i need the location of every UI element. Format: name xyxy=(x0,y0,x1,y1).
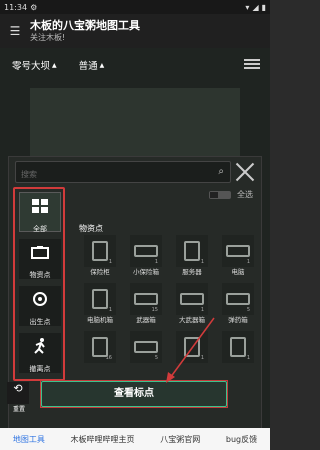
category-label: 全部 xyxy=(33,225,47,233)
item-small-safe[interactable]: 1 小保险箱 xyxy=(125,235,167,283)
app-bar: ☰ 木板的八宝粥地图工具 关注木板! xyxy=(0,14,270,48)
map-toolbar: 零号大坝 ▲ 普通 ▲ xyxy=(0,48,270,82)
item-weapon-box[interactable]: 15 武器箱 xyxy=(125,283,167,331)
status-bar: 11:34 ⚙ ▾ ◢ ▮ xyxy=(0,0,270,14)
box-icon xyxy=(31,246,49,259)
nav-bilibili[interactable]: 木板哔哩哔哩主页 xyxy=(71,434,135,445)
reset-icon[interactable]: ⟲ xyxy=(7,382,29,404)
category-extract[interactable]: 撤离点 xyxy=(19,333,61,373)
nav-official-site[interactable]: 八宝粥官网 xyxy=(160,434,200,445)
hamburger-menu-icon[interactable]: ☰ xyxy=(0,24,30,38)
category-spawn[interactable]: 出生点 xyxy=(19,286,61,326)
location-icon xyxy=(33,292,47,306)
item-bag[interactable]: 1 xyxy=(217,331,259,379)
app-title: 木板的八宝粥地图工具 xyxy=(30,19,140,32)
section-title: 物资点 xyxy=(79,224,103,233)
list-icon[interactable] xyxy=(244,57,260,71)
run-icon xyxy=(34,338,45,354)
wifi-icon: ▾ xyxy=(245,2,250,12)
app-subtitle: 关注木板! xyxy=(30,33,66,42)
select-all[interactable]: 全选 xyxy=(209,189,253,200)
item-clothes[interactable]: 1 xyxy=(171,331,213,379)
signal-icon: ◢ xyxy=(252,2,259,12)
app-titles: 木板的八宝粥地图工具 关注木板! xyxy=(30,19,140,43)
dropdown-arrow-icon: ▲ xyxy=(52,61,57,69)
category-all[interactable]: 全部 xyxy=(19,192,61,233)
select-all-label: 全选 xyxy=(237,190,253,199)
item-computer[interactable]: 1 电脑 xyxy=(217,235,259,283)
category-supplies[interactable]: 物资点 xyxy=(19,239,61,279)
item-large-weapon-box[interactable]: 1 大武器箱 xyxy=(171,283,213,331)
search-icon[interactable]: ⌕ xyxy=(218,166,224,177)
reset-label: 重置 xyxy=(12,406,25,413)
category-label: 出生点 xyxy=(29,318,51,326)
mode-selector[interactable]: 普通 ▲ xyxy=(79,58,105,72)
map-terrain xyxy=(30,88,240,158)
category-list: 全部 物资点 出生点 撤离点 xyxy=(13,187,65,381)
search-box[interactable]: ⌕ xyxy=(15,161,231,184)
nav-map-tool[interactable]: 地图工具 xyxy=(13,434,45,445)
status-time: 11:34 xyxy=(4,2,28,12)
bottom-nav: 地图工具 木板哔哩哔哩主页 八宝粥官网 bug反馈 xyxy=(0,428,270,450)
search-input[interactable] xyxy=(16,165,196,184)
item-server[interactable]: 1 服务器 xyxy=(171,235,213,283)
category-label: 物资点 xyxy=(29,271,51,279)
location-selector[interactable]: 零号大坝 ▲ xyxy=(12,58,57,72)
category-label: 撤离点 xyxy=(29,365,51,373)
nav-bug-report[interactable]: bug反馈 xyxy=(226,434,257,445)
item-cabinet[interactable]: 16 xyxy=(79,331,121,379)
item-safe[interactable]: 1 保险柜 xyxy=(79,235,121,283)
notification-icon: ⚙ xyxy=(30,2,38,12)
item-pc-case[interactable]: 1 电脑机箱 xyxy=(79,283,121,331)
grid-icon xyxy=(32,199,48,213)
item-code-box[interactable]: 5 xyxy=(125,331,167,379)
mode-label: 普通 xyxy=(78,61,98,72)
close-icon[interactable] xyxy=(233,160,257,184)
view-markers-button[interactable]: 查看标点 xyxy=(41,381,227,407)
battery-icon: ▮ xyxy=(261,2,266,12)
item-ammo-box[interactable]: 5 弹药箱 xyxy=(217,283,259,331)
dropdown-arrow-icon: ▲ xyxy=(99,61,105,69)
location-label: 零号大坝 xyxy=(12,61,51,72)
select-all-toggle[interactable] xyxy=(209,190,231,199)
